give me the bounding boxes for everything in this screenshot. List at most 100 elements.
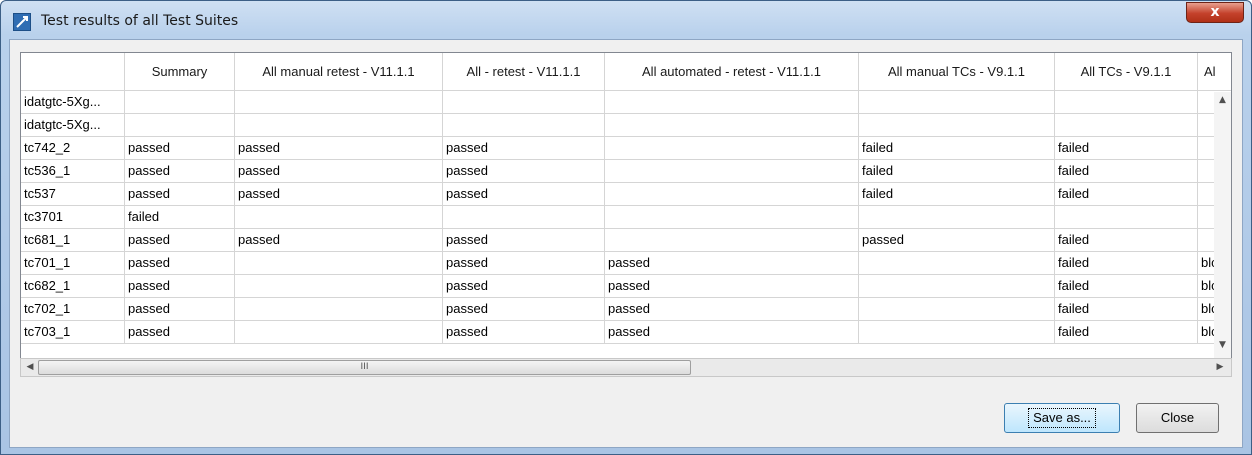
table-cell[interactable]: passed <box>125 137 235 160</box>
table-cell[interactable] <box>605 183 859 206</box>
row-header-cell[interactable]: tc682_1 <box>21 275 125 298</box>
table-cell[interactable]: failed <box>859 160 1055 183</box>
table-cell[interactable]: failed <box>1055 183 1198 206</box>
table-cell[interactable]: passed <box>235 183 443 206</box>
table-cell[interactable]: passed <box>605 321 859 344</box>
table-cell[interactable] <box>859 114 1055 137</box>
column-header[interactable]: Summary <box>125 53 235 91</box>
table-cell[interactable] <box>443 114 605 137</box>
row-header-cell[interactable]: idatgtc-5Xg... <box>21 91 125 114</box>
table-cell[interactable]: failed <box>1055 321 1198 344</box>
table-cell[interactable]: failed <box>1055 229 1198 252</box>
table-cell[interactable]: passed <box>125 160 235 183</box>
table-cell[interactable]: failed <box>1055 137 1198 160</box>
table-cell[interactable] <box>1055 114 1198 137</box>
table-cell[interactable] <box>605 91 859 114</box>
table-cell[interactable]: passed <box>443 183 605 206</box>
column-header[interactable]: All TCs - V9.1.1 <box>1055 53 1198 91</box>
row-header-cell[interactable]: tc701_1 <box>21 252 125 275</box>
table-cell[interactable] <box>125 114 235 137</box>
table-cell[interactable] <box>443 206 605 229</box>
table-cell[interactable]: passed <box>125 183 235 206</box>
window-close-button[interactable]: x <box>1186 2 1244 23</box>
scroll-left-icon[interactable]: ◀ <box>21 359 39 376</box>
column-header[interactable]: All automated - retest - V11.1.1 <box>605 53 859 91</box>
app-icon <box>13 13 31 31</box>
table-cell[interactable] <box>235 321 443 344</box>
table-cell[interactable]: passed <box>443 275 605 298</box>
table-cell[interactable]: passed <box>125 252 235 275</box>
row-header-corner[interactable] <box>21 53 125 91</box>
column-header[interactable]: All manual TCs - V9.1.1 <box>859 53 1055 91</box>
table-cell[interactable] <box>1055 91 1198 114</box>
table-cell[interactable]: passed <box>235 160 443 183</box>
table-cell[interactable] <box>235 114 443 137</box>
table-cell[interactable]: passed <box>443 229 605 252</box>
dialog-client-area: Summary All manual retest - V11.1.1 All - … <box>9 39 1243 448</box>
table-cell[interactable] <box>859 252 1055 275</box>
row-header-cell[interactable]: tc681_1 <box>21 229 125 252</box>
table-cell[interactable]: passed <box>235 229 443 252</box>
horizontal-scrollbar[interactable]: ◀ III ▶ <box>20 358 1232 377</box>
table-cell[interactable]: passed <box>125 321 235 344</box>
row-header-cell[interactable]: tc536_1 <box>21 160 125 183</box>
table-cell[interactable]: failed <box>1055 160 1198 183</box>
table-cell[interactable]: failed <box>1055 275 1198 298</box>
table-cell[interactable] <box>859 206 1055 229</box>
save-as-button[interactable]: Save as... <box>1004 403 1120 433</box>
table-cell[interactable]: passed <box>125 275 235 298</box>
column-header[interactable]: All - retest - V11.1.1 <box>443 53 605 91</box>
table-cell[interactable]: passed <box>443 160 605 183</box>
table-cell[interactable] <box>859 91 1055 114</box>
table-cell[interactable]: failed <box>125 206 235 229</box>
table-cell[interactable]: failed <box>1055 298 1198 321</box>
table-cell[interactable]: passed <box>235 137 443 160</box>
table-cell[interactable] <box>605 229 859 252</box>
table-cell[interactable]: passed <box>605 252 859 275</box>
table-cell[interactable]: passed <box>443 321 605 344</box>
table-cell[interactable] <box>605 160 859 183</box>
table-cell[interactable] <box>443 91 605 114</box>
column-header[interactable]: Al <box>1198 53 1231 91</box>
table-cell[interactable] <box>125 91 235 114</box>
table-cell[interactable]: passed <box>605 275 859 298</box>
table-cell[interactable] <box>859 298 1055 321</box>
scrollbar-thumb[interactable]: III <box>38 360 691 375</box>
table-cell[interactable]: failed <box>1055 252 1198 275</box>
table-cell[interactable]: passed <box>443 252 605 275</box>
table-cell[interactable]: passed <box>443 137 605 160</box>
table-cell[interactable] <box>605 206 859 229</box>
table-cell[interactable] <box>605 114 859 137</box>
vertical-scrollbar[interactable]: ▲ ▼ <box>1214 92 1231 376</box>
scroll-up-icon[interactable]: ▲ <box>1214 92 1231 109</box>
thumb-grip: III <box>360 362 369 372</box>
row-header-cell[interactable]: tc702_1 <box>21 298 125 321</box>
title-bar[interactable]: Test results of all Test Suites x <box>1 1 1251 39</box>
table-cell[interactable]: failed <box>859 183 1055 206</box>
column-header[interactable]: All manual retest - V11.1.1 <box>235 53 443 91</box>
scroll-right-icon[interactable]: ▶ <box>1211 359 1229 376</box>
table-cell[interactable] <box>859 275 1055 298</box>
table-cell[interactable] <box>235 275 443 298</box>
table-cell[interactable] <box>235 252 443 275</box>
table-cell[interactable] <box>235 206 443 229</box>
row-header-cell[interactable]: tc537 <box>21 183 125 206</box>
row-header-cell[interactable]: tc3701 <box>21 206 125 229</box>
table-cell[interactable]: passed <box>125 229 235 252</box>
table-cell[interactable]: passed <box>443 298 605 321</box>
table-cell[interactable]: passed <box>859 229 1055 252</box>
table-cell[interactable] <box>235 91 443 114</box>
table-cell[interactable]: passed <box>605 298 859 321</box>
row-header-cell[interactable]: tc742_2 <box>21 137 125 160</box>
table-cell[interactable] <box>859 321 1055 344</box>
table-cell[interactable]: passed <box>125 298 235 321</box>
dialog-window: Test results of all Test Suites x Summar… <box>0 0 1252 455</box>
close-button[interactable]: Close <box>1136 403 1219 433</box>
scroll-down-icon[interactable]: ▼ <box>1214 337 1231 354</box>
table-cell[interactable] <box>1055 206 1198 229</box>
table-cell[interactable] <box>605 137 859 160</box>
row-header-cell[interactable]: idatgtc-5Xg... <box>21 114 125 137</box>
table-cell[interactable]: failed <box>859 137 1055 160</box>
row-header-cell[interactable]: tc703_1 <box>21 321 125 344</box>
table-cell[interactable] <box>235 298 443 321</box>
